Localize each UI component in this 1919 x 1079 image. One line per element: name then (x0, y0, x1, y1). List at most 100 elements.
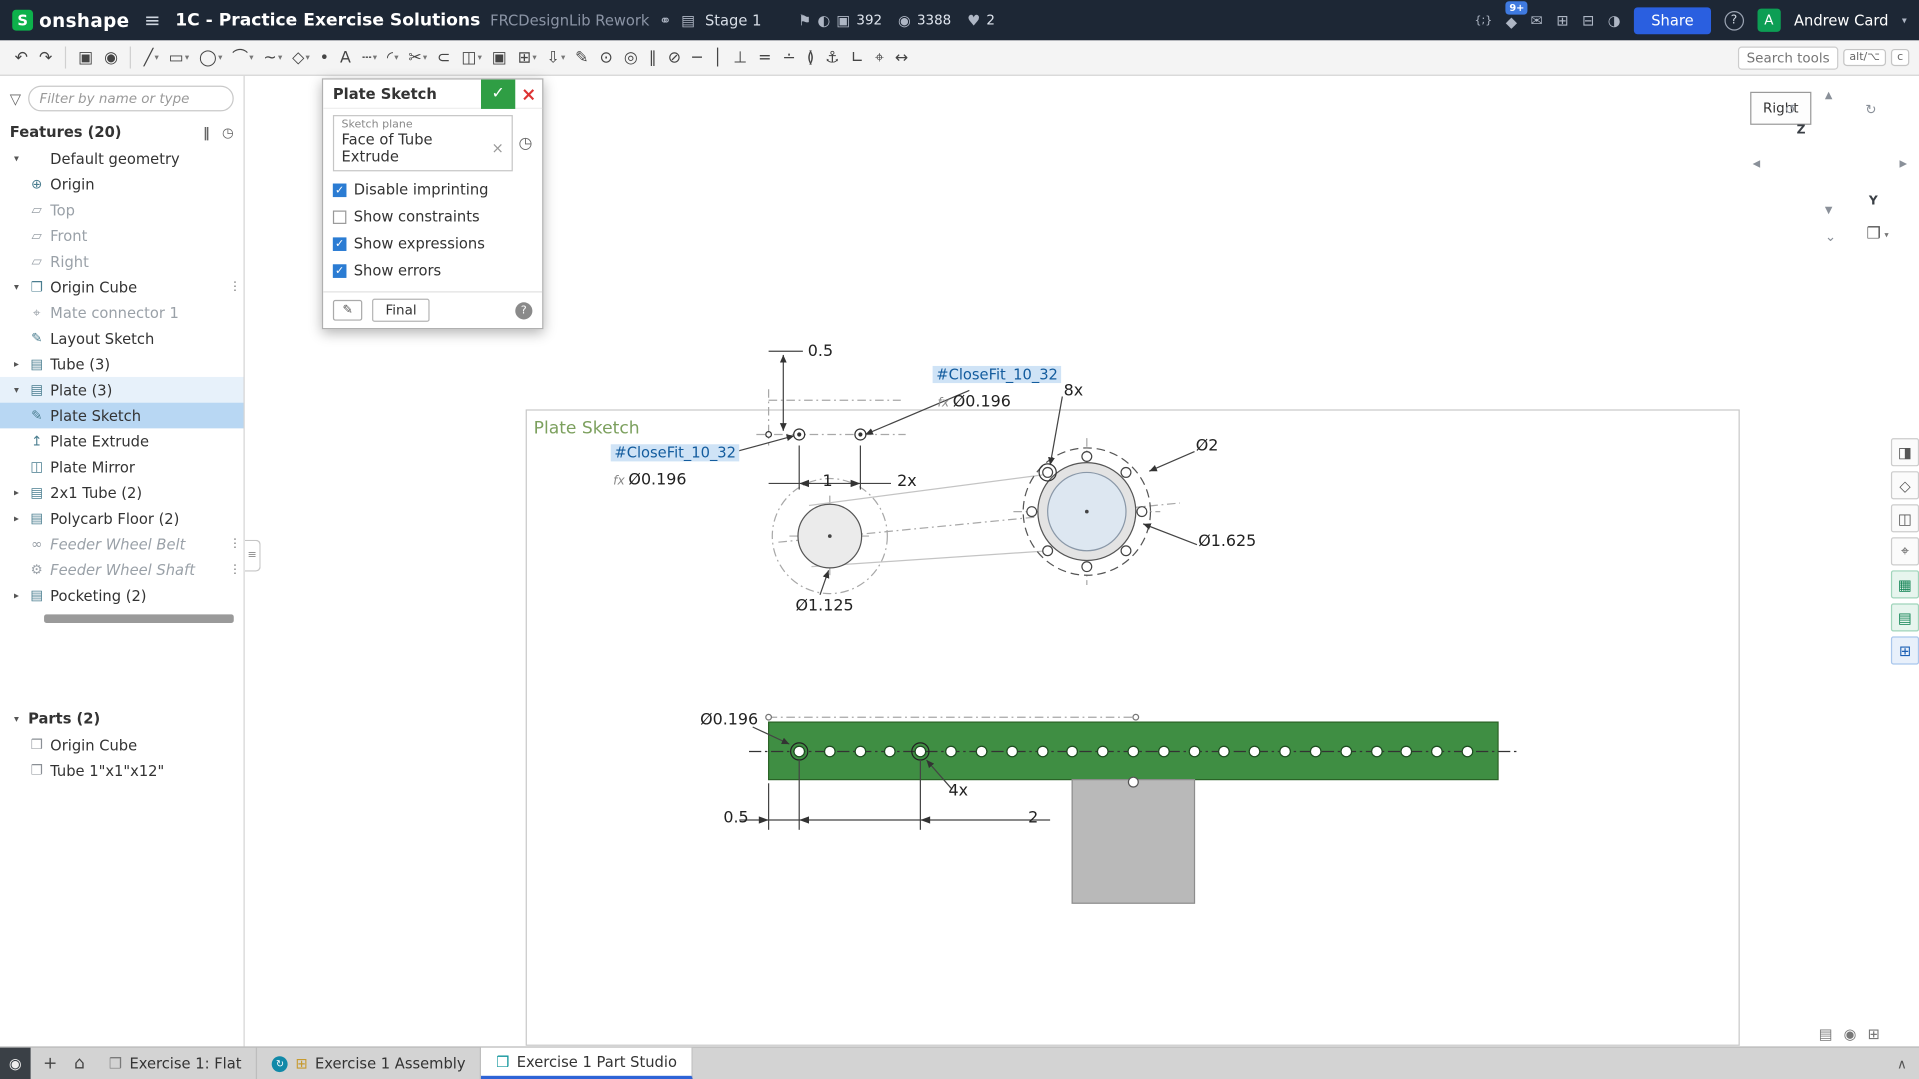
polygon-tool[interactable]: ◇ ▾ (287, 46, 315, 69)
parallel-constraint[interactable]: ∥ (644, 46, 663, 69)
final-button[interactable]: Final (372, 298, 431, 322)
text-tool[interactable]: A (335, 46, 357, 69)
circle-tool[interactable]: ◯ ▾ (194, 46, 227, 69)
breadcrumb[interactable]: Stage 1 (705, 12, 761, 29)
view-up-arrow-icon[interactable]: ▲ (1825, 89, 1833, 100)
feature-item[interactable]: ↥ Plate Extrude (0, 428, 244, 454)
grid-icon[interactable]: ⊞ (1556, 12, 1568, 29)
more-options-icon[interactable]: ⋮ (226, 280, 243, 293)
copies-icon[interactable]: ▣ (836, 12, 850, 29)
checkbox-box[interactable]: ✓ (332, 182, 347, 197)
rollback-control-icon[interactable]: ‖ (203, 124, 210, 140)
dialog-checkbox[interactable]: ✓ Disable imprinting (332, 176, 532, 203)
feature-item[interactable]: ▸ ▤ Pocketing (2) (0, 583, 244, 609)
fillet-tool[interactable]: ◜ ▾ (382, 46, 403, 69)
feature-item[interactable]: ⚙ Feeder Wheel Shaft ⋮ (0, 557, 244, 583)
side-panel-measure-button[interactable]: ⌖ (1890, 537, 1919, 566)
feature-item[interactable]: ▱ Right (0, 248, 244, 274)
main-menu-icon[interactable]: ≡ (144, 9, 160, 32)
home-button[interactable]: ⌂ (65, 1048, 94, 1079)
feature-item[interactable]: ▾ Default geometry (0, 146, 244, 172)
rotate-left-icon[interactable]: ↺ (1784, 102, 1795, 118)
part-item[interactable]: ❒ Origin Cube (0, 732, 244, 758)
redo-button[interactable]: ↷ (34, 46, 57, 69)
sketch-mode-button[interactable]: ✎ (332, 299, 363, 321)
views-icon[interactable]: ◉ (898, 12, 911, 29)
onshape-logo[interactable]: S onshape (12, 9, 129, 31)
caret-icon[interactable]: ▾ (10, 153, 23, 164)
feature-item[interactable]: ✎ Layout Sketch (0, 326, 244, 352)
feature-item[interactable]: ⊕ Origin (0, 171, 244, 197)
search-tools-input[interactable] (1738, 45, 1839, 70)
spline-tool[interactable]: ~ ▾ (259, 46, 288, 69)
fix-constraint[interactable]: ⚓ (820, 46, 845, 69)
flag-icon[interactable]: ⚑ (798, 12, 811, 29)
plate-profile[interactable] (749, 713, 1518, 781)
tangent-constraint[interactable]: ⊘ (663, 46, 687, 69)
dia-0196-bottom-label[interactable]: Ø0.196 (700, 711, 758, 729)
tab-exercise-1-assembly[interactable]: ↻ ⊞ Exercise 1 Assembly (257, 1047, 482, 1079)
dia-1125-label[interactable]: Ø1.125 (796, 597, 854, 615)
pattern-tool[interactable]: ⊞ ▾ (513, 46, 542, 69)
normal-constraint[interactable]: ∟ (846, 46, 870, 69)
feature-item[interactable]: ▱ Front (0, 223, 244, 249)
side-panel-tables-button[interactable]: ⊞ (1890, 636, 1919, 665)
dialog-title-row[interactable]: Plate Sketch ✓ × (323, 78, 543, 109)
accept-button[interactable]: ✓ (480, 78, 516, 109)
link-icon[interactable]: ⚭ (659, 12, 671, 29)
help-button[interactable]: ? (1724, 10, 1744, 30)
style-tool[interactable]: ✎ (570, 46, 594, 69)
feature-item[interactable]: ▸ ▤ Tube (3) (0, 351, 244, 377)
view-chevron-icon[interactable]: ⌄ (1825, 229, 1836, 245)
featurescript-icon[interactable]: {;} (1475, 14, 1493, 26)
comments-icon[interactable]: ✉ (1530, 12, 1542, 29)
side-panel-display-button[interactable]: ◇ (1890, 471, 1919, 500)
insert-image-button[interactable]: ◉ (99, 46, 123, 69)
mirror-tool[interactable]: ◫ ▾ (456, 46, 486, 69)
view-cube-face[interactable]: Right (1750, 91, 1812, 125)
count-2x-label[interactable]: 2x (897, 472, 917, 490)
tab-manager-chevron-icon[interactable]: ∧ (1897, 1056, 1907, 1072)
parts-caret-icon[interactable]: ▾ (10, 713, 23, 724)
import-dxf-tool[interactable]: ⇩ ▾ (542, 46, 571, 69)
dia-0196-top-label[interactable]: fx Ø0.196 (938, 393, 1011, 411)
canvas-snapshot-button[interactable]: ▤ (1819, 1026, 1833, 1043)
pierce-constraint[interactable]: ⌖ (870, 46, 890, 69)
dialog-checkbox[interactable]: Show constraints (332, 203, 532, 230)
filter-icon[interactable]: ▽ (10, 90, 21, 107)
apps-icon[interactable]: ⊟ (1582, 12, 1594, 29)
caret-icon[interactable]: ▾ (10, 384, 23, 395)
dim-05-top-label[interactable]: 0.5 (808, 343, 833, 361)
feature-item[interactable]: ✎ Plate Sketch (0, 402, 244, 429)
dim-05-bottom-label[interactable]: 0.5 (723, 809, 748, 827)
part-item[interactable]: ❒ Tube 1"x1"x12" (0, 758, 244, 784)
point-tool[interactable]: • (315, 46, 335, 69)
checkbox-box[interactable] (332, 209, 347, 224)
canvas-render-mode-button[interactable]: ◉ (1844, 1026, 1857, 1043)
more-options-icon[interactable]: ⋮ (226, 537, 243, 550)
caret-icon[interactable]: ▸ (10, 513, 23, 524)
rollback-bar[interactable] (44, 614, 234, 623)
arc-tool[interactable]: ⌒ ▾ (227, 46, 258, 69)
small-sprocket[interactable] (797, 503, 863, 569)
feature-item[interactable]: ∞ Feeder Wheel Belt ⋮ (0, 531, 244, 557)
clock-icon[interactable]: ◷ (519, 134, 533, 152)
concentric-constraint[interactable]: ◎ (619, 46, 644, 69)
view-cube[interactable]: ↺ ↻ ▲ Z Right Y ◀ ▶ ▼ ⌄ (1750, 89, 1915, 251)
caret-icon[interactable]: ▾ (10, 281, 23, 292)
coincident-constraint[interactable]: ⊙ (595, 46, 619, 69)
side-panel-frames-button[interactable]: ▤ (1890, 603, 1919, 632)
tab-exercise-1-part-studio[interactable]: ❒ Exercise 1 Part Studio (481, 1047, 693, 1079)
folder-icon[interactable]: ▤ (681, 12, 695, 29)
panel-resize-handle[interactable]: ≡ (244, 539, 261, 572)
feature-item[interactable]: ▸ ▤ 2x1 Tube (2) (0, 480, 244, 506)
feature-item[interactable]: ▾ ❒ Origin Cube ⋮ (0, 274, 244, 300)
rectangle-tool[interactable]: ▭ ▾ (164, 46, 194, 69)
dim-1-label[interactable]: 1 (822, 472, 832, 490)
document-title[interactable]: 1C - Practice Exercise Solutions (175, 10, 480, 30)
tab-exercise-1-flat[interactable]: ❒ Exercise 1: Flat (94, 1047, 258, 1079)
checkbox-box[interactable]: ✓ (332, 236, 347, 251)
caret-icon[interactable]: ▸ (10, 590, 23, 601)
share-button[interactable]: Share (1634, 6, 1711, 34)
count-8x-label[interactable]: 8x (1064, 382, 1084, 400)
